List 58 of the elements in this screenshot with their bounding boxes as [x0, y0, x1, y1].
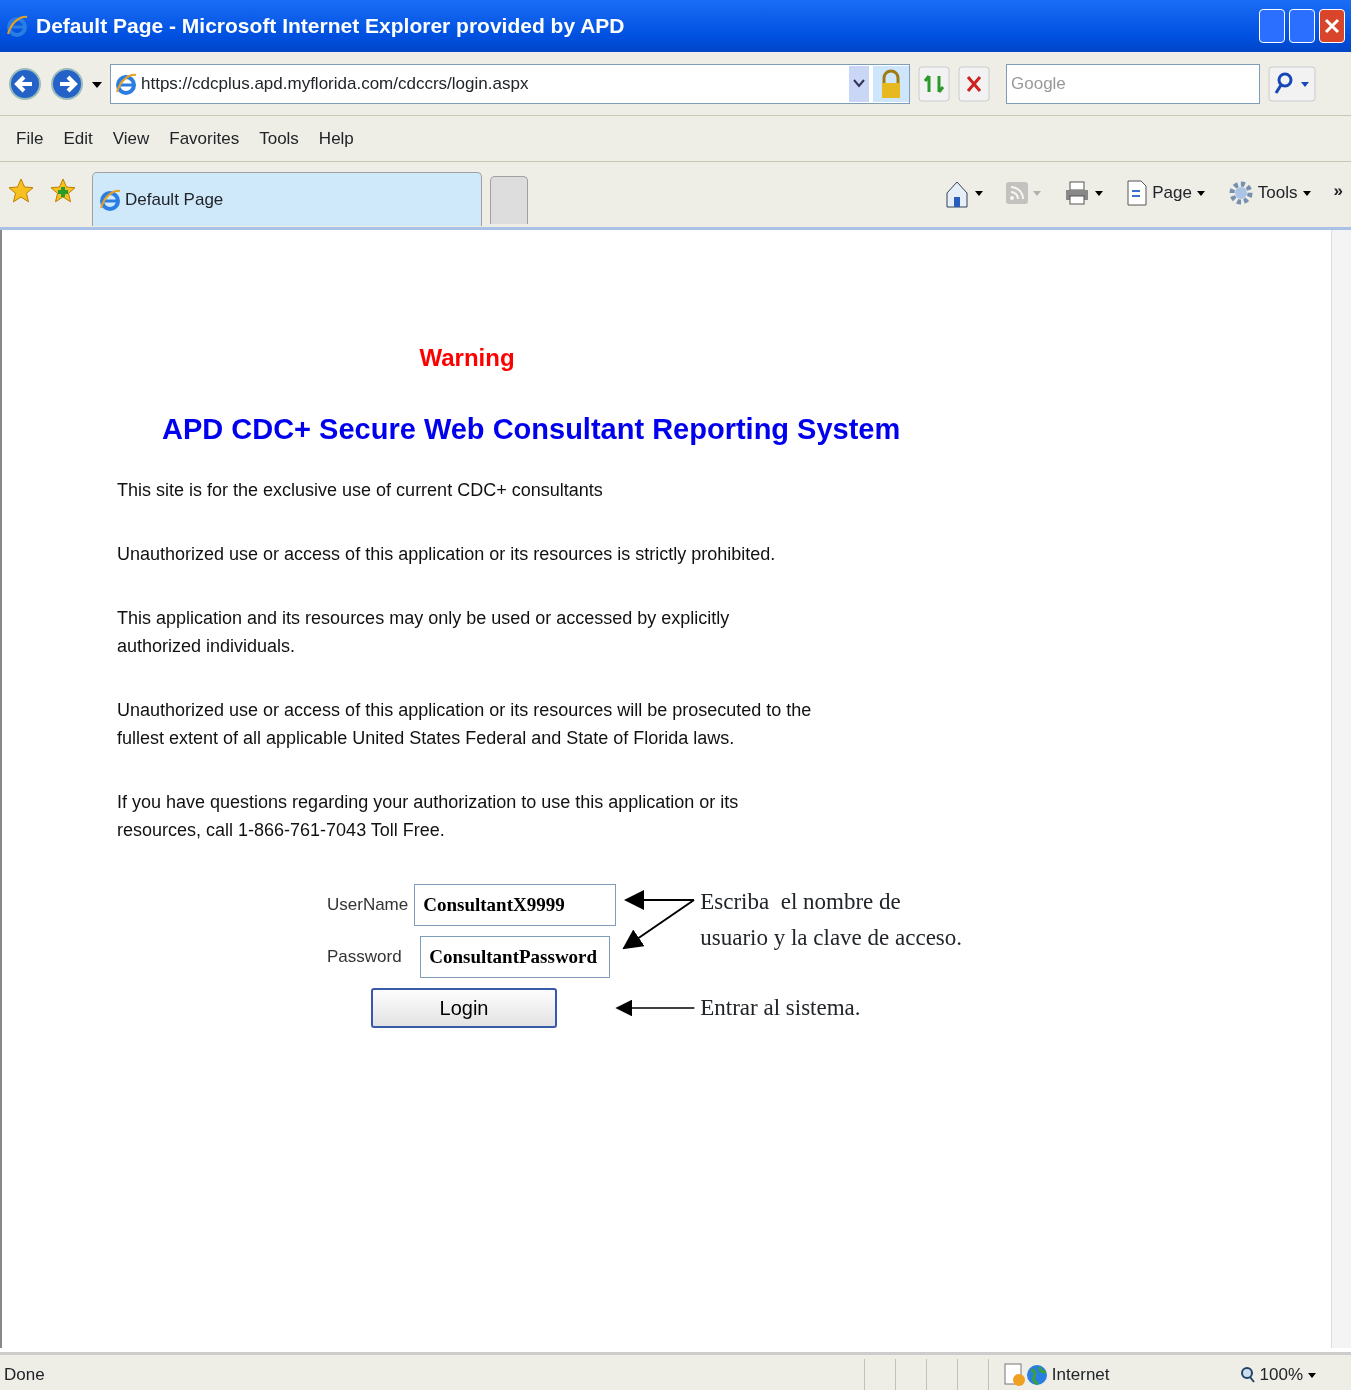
- page-icon: [115, 71, 137, 96]
- stop-icon[interactable]: [958, 65, 990, 102]
- notice-paragraph: If you have questions regarding your authorization to use this application or its resources, call 1-866-761-7043 Toll Free.: [117, 790, 740, 842]
- caret-icon[interactable]: [974, 188, 985, 198]
- command-label[interactable]: Tools: [1257, 180, 1298, 206]
- menu-item[interactable]: Favorites: [169, 125, 240, 152]
- zone-text: Internet: [1051, 1363, 1110, 1386]
- browser-tab[interactable]: Default Page: [92, 172, 482, 226]
- forward-button[interactable]: [50, 66, 84, 101]
- caret-icon[interactable]: [1094, 188, 1105, 198]
- zoom-control[interactable]: 100%: [1239, 1361, 1317, 1388]
- printer-icon[interactable]: [1064, 180, 1091, 206]
- menu-item[interactable]: Help: [318, 125, 354, 152]
- back-button[interactable]: [8, 66, 42, 101]
- search-icon[interactable]: [1268, 65, 1316, 102]
- username-field[interactable]: ConsultantX9999: [414, 883, 617, 926]
- menu-item[interactable]: Tools: [259, 125, 299, 152]
- menu-item[interactable]: Edit: [63, 125, 93, 152]
- url-text: https://cdcplus.apd.myflorida.com/cdccrs/login.aspx: [141, 72, 530, 95]
- security-icon: [1003, 1362, 1026, 1387]
- padlock-icon: [873, 65, 909, 102]
- notice-paragraph: This application and its resources may only be used or accessed by explicitly authorized individuals.: [117, 606, 731, 658]
- menu-item[interactable]: View: [112, 125, 150, 152]
- field-label: Password: [327, 945, 403, 968]
- favorites-star-icon[interactable]: [8, 178, 34, 204]
- status-text: Done: [4, 1363, 45, 1386]
- warning-heading: Warning: [418, 343, 516, 373]
- notice-paragraph: Unauthorized use or access of this application or its resources will be prosecuted to the fullest extent of all applicable United States Federal and State of Florida laws.: [117, 698, 813, 750]
- minimize-button[interactable]: [1259, 9, 1285, 43]
- page-icon: [99, 187, 121, 212]
- annotation-text: Entrar al sistema.: [699, 993, 862, 1022]
- refresh-icon[interactable]: [918, 65, 950, 102]
- notice-paragraph: This site is for the exclusive use of current CDC+ consultants: [117, 478, 604, 502]
- restore-button[interactable]: [1289, 9, 1315, 43]
- notice-paragraph: Unauthorized use or access of this application or its resources is strictly prohibited.: [117, 542, 777, 566]
- window-title: Default Page - Microsoft Internet Explorer provided by APD: [36, 13, 625, 40]
- globe-icon: [1025, 1363, 1048, 1386]
- caret-icon[interactable]: [1301, 188, 1312, 198]
- caret-icon[interactable]: [1195, 188, 1206, 198]
- password-field[interactable]: ConsultantPassword: [420, 935, 611, 978]
- login-button[interactable]: Login: [371, 987, 557, 1028]
- add-favorite-icon[interactable]: [50, 178, 76, 204]
- menu-item[interactable]: File: [16, 125, 44, 152]
- search-field[interactable]: Google: [1006, 63, 1260, 104]
- address-field[interactable]: https://cdcplus.apd.myflorida.com/cdccrs/login.aspx: [110, 63, 910, 104]
- close-icon[interactable]: [1323, 17, 1341, 35]
- command-label[interactable]: Page: [1152, 180, 1192, 206]
- zoom-text: 100%: [1259, 1363, 1303, 1386]
- gear-icon[interactable]: [1227, 180, 1254, 206]
- page-icon[interactable]: [1126, 179, 1149, 207]
- annotation-text: Escriba el nombre de usuario y la clave de acceso.: [699, 887, 963, 952]
- page-heading: APD CDC+ Secure Web Consultant Reporting System: [162, 412, 902, 447]
- field-label: UserName: [327, 893, 410, 916]
- more-button[interactable]: »: [1333, 178, 1343, 204]
- zoom-icon: [1239, 1365, 1256, 1384]
- browser-logo-icon: [6, 14, 28, 38]
- close-button[interactable]: [1319, 9, 1345, 43]
- scrollbar[interactable]: [1331, 230, 1351, 1348]
